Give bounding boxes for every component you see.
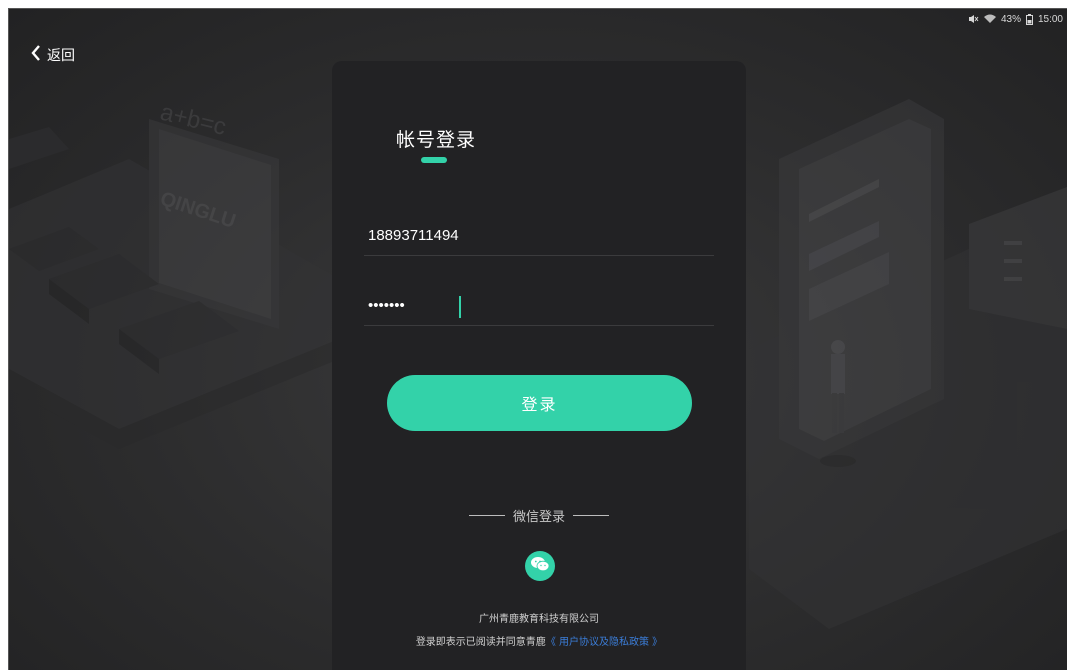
divider-line-right <box>573 515 609 516</box>
wechat-login-divider: 微信登录 <box>332 506 746 525</box>
agreement-text: 登录即表示已阅读并同意青鹿《 用户协议及隐私政策 》 <box>332 633 746 648</box>
password-field[interactable] <box>364 285 714 326</box>
wechat-login-button[interactable] <box>525 551 555 581</box>
status-bar: 43% 15:00 <box>968 11 1063 27</box>
title-indicator <box>421 157 447 163</box>
mute-icon <box>968 14 979 24</box>
password-input[interactable] <box>364 285 714 325</box>
divider-line-left <box>468 515 505 516</box>
wechat-login-label: 微信登录 <box>512 510 565 525</box>
chevron-left-icon <box>31 45 41 65</box>
login-button[interactable]: 登录 <box>387 375 692 431</box>
account-input[interactable] <box>364 215 714 255</box>
battery-icon <box>1025 13 1033 25</box>
back-button[interactable]: 返回 <box>31 45 75 65</box>
agreement-prefix: 登录即表示已阅读并同意青鹿 <box>415 637 546 648</box>
login-title: 帐号登录 <box>396 129 477 151</box>
screenshot-top-border <box>0 0 1067 9</box>
wechat-icon <box>530 556 550 576</box>
login-card: 帐号登录 登录 微信登录 <box>332 61 746 670</box>
app-screen: QINGLU a+b=c 43% 15:00 返回 帐号登录 188937114… <box>9 9 1067 670</box>
wifi-icon <box>983 14 996 24</box>
back-label: 返回 <box>47 48 75 64</box>
battery-percent: 43% <box>1000 13 1021 25</box>
clock: 15:00 <box>1037 13 1063 25</box>
screenshot-left-border <box>0 8 9 670</box>
account-field[interactable] <box>364 215 714 256</box>
text-caret <box>459 296 461 318</box>
agreement-link[interactable]: 《 用户协议及隐私政策 》 <box>546 637 662 648</box>
company-name: 广州青鹿教育科技有限公司 <box>479 614 599 625</box>
